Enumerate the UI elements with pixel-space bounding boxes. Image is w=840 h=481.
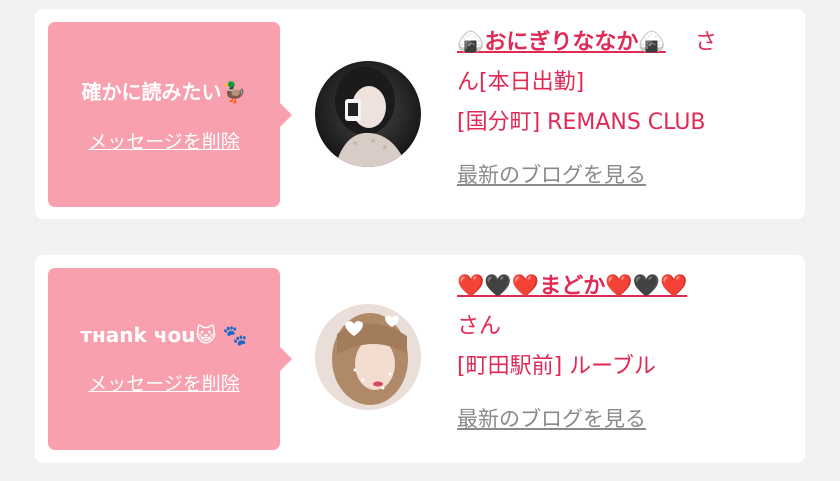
avatar[interactable] <box>315 304 421 410</box>
duck-emoji-icon: 🦆 <box>221 79 247 104</box>
cast-info: 🍙おにぎりななか🍙 さ ん[本日出勤] [国分町] REMANS CLUB 最新… <box>457 23 797 195</box>
message-bubble: тнank чou😺 🐾 メッセージを削除 <box>48 268 292 450</box>
delete-message-button[interactable]: メッセージを削除 <box>88 127 240 154</box>
cast-name: まどか <box>539 274 606 299</box>
message-card: тнank чou😺 🐾 メッセージを削除 ❤️🖤❤️まどか❤️🖤❤️ さん [… <box>35 255 805 463</box>
shop-name: ルーブル <box>569 354 656 379</box>
cast-info: ❤️🖤❤️まどか❤️🖤❤️ さん [町田駅前] ルーブル 最新のブログを見る <box>457 267 797 439</box>
message-text: 確かに読みたい🦆 <box>82 76 247 105</box>
work-status: [本日出勤] <box>479 70 585 95</box>
cast-name: おにぎりななか <box>484 30 639 55</box>
shop-name: REMANS CLUB <box>547 110 706 135</box>
latest-blog-link[interactable]: 最新のブログを見る <box>457 155 646 195</box>
onigiri-emoji-icon: 🍙 <box>457 30 485 55</box>
message-body: 確かに読みたい <box>81 79 222 104</box>
hearts-emoji-icon: ❤️🖤❤️ <box>457 274 540 299</box>
area-label: [町田駅前] <box>457 354 563 379</box>
hearts-emoji-icon: ❤️🖤❤️ <box>605 274 688 299</box>
message-card: 確かに読みたい🦆 メッセージを削除 🍙おにぎりななか🍙 さ ん[本日出勤] [国… <box>35 9 805 219</box>
honorific: さん <box>457 314 502 339</box>
message-body: тнank чou <box>80 322 196 347</box>
delete-message-button[interactable]: メッセージを削除 <box>88 369 240 396</box>
avatar[interactable] <box>315 61 421 167</box>
latest-blog-link[interactable]: 最新のブログを見る <box>457 399 646 439</box>
onigiri-emoji-icon: 🍙 <box>638 30 666 55</box>
area-label: [国分町] <box>457 110 541 135</box>
message-text: тнank чou😺 🐾 <box>80 323 247 347</box>
cast-name-link[interactable]: ❤️🖤❤️まどか❤️🖤❤️ <box>457 274 687 299</box>
cat-paw-emoji-icon: 😺 🐾 <box>195 322 248 347</box>
cast-name-link[interactable]: 🍙おにぎりななか🍙 <box>457 30 666 55</box>
message-bubble: 確かに読みたい🦆 メッセージを削除 <box>48 22 292 207</box>
honorific: さ <box>694 30 717 55</box>
honorific-cont: ん <box>457 70 480 95</box>
